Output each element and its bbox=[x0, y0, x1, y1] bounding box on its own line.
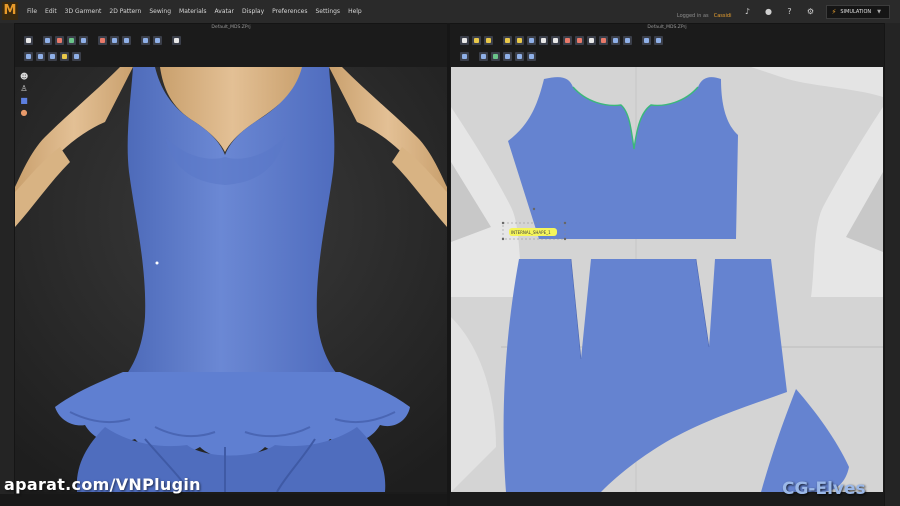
avatar-tool-icon[interactable] bbox=[172, 35, 181, 45]
segment-sew-icon[interactable] bbox=[587, 35, 596, 45]
pane-divider[interactable] bbox=[447, 23, 450, 506]
sound-icon[interactable]: ♪ bbox=[742, 7, 752, 17]
rotate-handle[interactable] bbox=[532, 207, 536, 211]
watermark-text: aparat.com/VNPlugin bbox=[4, 475, 201, 494]
circle-icon[interactable] bbox=[551, 35, 560, 45]
3d-scene[interactable] bbox=[15, 67, 447, 492]
selection-handle[interactable] bbox=[501, 221, 505, 225]
bolt-icon: ⚡ bbox=[831, 7, 837, 16]
simulation-label: SIMULATION bbox=[840, 8, 872, 15]
avatar-icon[interactable] bbox=[67, 35, 76, 45]
pane-title-3d: Default_MDS.ZPrj bbox=[211, 25, 251, 30]
steam-icon[interactable] bbox=[60, 51, 69, 61]
skin-icon[interactable]: ● bbox=[20, 108, 28, 118]
simulation-button[interactable]: ⚡ SIMULATION ▼ bbox=[826, 4, 890, 19]
dart-icon[interactable] bbox=[575, 35, 584, 45]
select-icon[interactable] bbox=[24, 35, 33, 45]
garment-icon[interactable] bbox=[55, 35, 64, 45]
right-side-panel[interactable] bbox=[884, 23, 900, 506]
notch-icon[interactable] bbox=[611, 35, 620, 45]
cut-icon[interactable] bbox=[515, 35, 524, 45]
edit-point-icon[interactable] bbox=[472, 35, 481, 45]
help-icon[interactable]: ? bbox=[784, 7, 794, 17]
app-logo[interactable]: M bbox=[2, 2, 18, 20]
rectangle-icon[interactable] bbox=[527, 35, 536, 45]
2d-pattern-window[interactable]: INTERNAL_SHAPE_1 bbox=[451, 67, 883, 492]
polygon-icon[interactable] bbox=[539, 35, 548, 45]
user-icon[interactable]: ● bbox=[763, 7, 773, 17]
menu-avatar[interactable]: Avatar bbox=[215, 8, 234, 15]
status-area: Logged in as Cassidi ♪ ● ? ⚙ ⚡ SIMULATIO… bbox=[677, 0, 890, 23]
figure-icon[interactable]: ♙ bbox=[20, 84, 28, 94]
reshape-icon[interactable] bbox=[36, 51, 45, 61]
measure-icon[interactable] bbox=[153, 35, 162, 45]
user-name[interactable]: Cassidi bbox=[714, 13, 732, 19]
brush-icon[interactable] bbox=[24, 51, 33, 61]
seam-marker bbox=[155, 261, 159, 265]
pane-title-2d: Default_MDS.ZPrj bbox=[647, 25, 687, 30]
view-controls: ☻ ♙ ■ ● bbox=[20, 72, 28, 118]
fit-icon[interactable] bbox=[110, 35, 119, 45]
avatar-view-icon[interactable]: ☻ bbox=[20, 72, 28, 82]
menu-settings[interactable]: Settings bbox=[315, 8, 340, 15]
annotation-icon[interactable] bbox=[515, 51, 524, 61]
selection-handle[interactable] bbox=[501, 237, 505, 241]
menu-bar: M File Edit 3D Garment 2D Pattern Sewing… bbox=[0, 0, 900, 24]
transform-icon[interactable] bbox=[460, 35, 469, 45]
pin-icon[interactable] bbox=[122, 35, 131, 45]
sew-edit-icon[interactable] bbox=[460, 51, 469, 61]
strap-icon[interactable] bbox=[48, 51, 57, 61]
user-info: Logged in as Cassidi bbox=[677, 2, 732, 21]
menu-file[interactable]: File bbox=[27, 8, 37, 15]
arrange-icon[interactable] bbox=[98, 35, 107, 45]
selection-handle[interactable] bbox=[563, 221, 567, 225]
toolbar-3d bbox=[24, 34, 181, 46]
move-icon[interactable] bbox=[43, 35, 52, 45]
pattern-canvas[interactable]: INTERNAL_SHAPE_1 bbox=[451, 67, 883, 492]
pattern-extra-icon[interactable] bbox=[642, 35, 651, 45]
free-sew-icon[interactable] bbox=[599, 35, 608, 45]
menu-materials[interactable]: Materials bbox=[179, 8, 207, 15]
garment-view-icon[interactable]: ■ bbox=[20, 96, 28, 106]
left-side-panel[interactable] bbox=[0, 23, 15, 506]
menu-help[interactable]: Help bbox=[348, 8, 362, 15]
add-point-icon[interactable] bbox=[503, 35, 512, 45]
chevron-down-icon: ▼ bbox=[877, 8, 881, 15]
fold-icon[interactable] bbox=[79, 35, 88, 45]
toolbar-2d-row2 bbox=[460, 50, 536, 62]
status-bar bbox=[0, 494, 447, 506]
gear-icon[interactable]: ⚙ bbox=[805, 7, 815, 17]
grain-icon[interactable] bbox=[503, 51, 512, 61]
menu-display[interactable]: Display bbox=[242, 8, 264, 15]
texture-icon[interactable] bbox=[72, 51, 81, 61]
menu-edit[interactable]: Edit bbox=[45, 8, 57, 15]
menu-3d-garment[interactable]: 3D Garment bbox=[65, 8, 102, 15]
toolbar-3d-row2 bbox=[24, 50, 81, 62]
pattern-copy-icon[interactable] bbox=[654, 35, 663, 45]
menu-sewing[interactable]: Sewing bbox=[149, 8, 171, 15]
pattern-label: INTERNAL_SHAPE_1 bbox=[511, 230, 551, 235]
shrink-icon[interactable] bbox=[527, 51, 536, 61]
trace-icon[interactable] bbox=[623, 35, 632, 45]
brand-logo: CG-Elves bbox=[782, 479, 866, 499]
toolbar-2d bbox=[460, 34, 663, 46]
menu-2d-pattern[interactable]: 2D Pattern bbox=[109, 8, 141, 15]
curve-icon[interactable] bbox=[484, 35, 493, 45]
sew-line-icon[interactable] bbox=[491, 51, 500, 61]
menu-preferences[interactable]: Preferences bbox=[272, 8, 307, 15]
tack-icon[interactable] bbox=[141, 35, 150, 45]
user-label: Logged in as bbox=[676, 13, 709, 19]
3d-garment-window[interactable] bbox=[15, 67, 447, 492]
fold-line-icon[interactable] bbox=[479, 51, 488, 61]
internal-icon[interactable] bbox=[563, 35, 572, 45]
main-menu: File Edit 3D Garment 2D Pattern Sewing M… bbox=[27, 0, 370, 23]
selection-handle[interactable] bbox=[563, 237, 567, 241]
